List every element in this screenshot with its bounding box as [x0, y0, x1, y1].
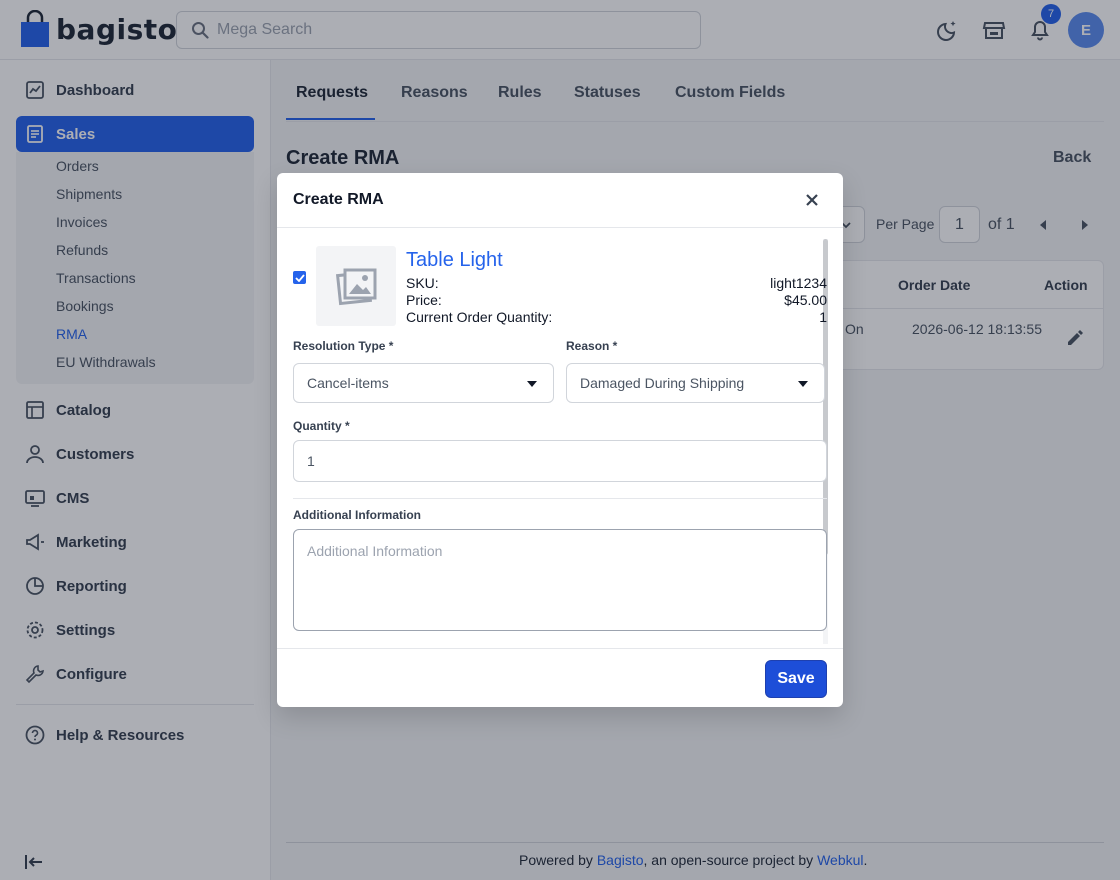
order-qty-label: Current Order Quantity:	[406, 309, 553, 325]
resolution-type-value: Cancel-items	[307, 375, 389, 391]
quantity-label: Quantity *	[293, 419, 350, 433]
order-qty-value: 1	[819, 309, 827, 325]
quantity-value: 1	[307, 453, 315, 469]
additional-info-placeholder: Additional Information	[307, 543, 443, 559]
product-name[interactable]: Table Light	[406, 249, 503, 272]
price-label: Price:	[406, 292, 442, 308]
close-icon[interactable]	[803, 191, 821, 209]
price-value: $45.00	[784, 292, 827, 308]
save-button[interactable]: Save	[765, 660, 827, 698]
product-thumbnail	[316, 246, 396, 326]
create-rma-modal: Create RMA Table Light SKU: light1234 Pr…	[277, 173, 843, 707]
modal-title: Create RMA	[293, 191, 384, 208]
dropdown-caret-icon	[798, 381, 808, 387]
reason-value: Damaged During Shipping	[580, 375, 745, 391]
modal-body: Table Light SKU: light1234 Price: $45.00…	[277, 229, 843, 649]
additional-info-label: Additional Information	[293, 508, 421, 522]
resolution-type-label: Resolution Type *	[293, 339, 394, 353]
modal-header: Create RMA	[277, 173, 843, 228]
sku-label: SKU:	[406, 275, 439, 291]
modal-footer: Save	[277, 648, 843, 707]
reason-label: Reason *	[566, 339, 618, 353]
checkmark-icon	[294, 273, 305, 282]
image-placeholder-icon	[335, 268, 377, 306]
dropdown-caret-icon	[527, 381, 537, 387]
product-checkbox[interactable]	[293, 271, 306, 284]
quantity-input[interactable]: 1	[293, 440, 827, 482]
reason-select[interactable]: Damaged During Shipping	[566, 363, 825, 403]
resolution-type-select[interactable]: Cancel-items	[293, 363, 554, 403]
sku-value: light1234	[770, 275, 827, 291]
form-divider	[293, 498, 827, 499]
additional-info-textarea[interactable]: Additional Information	[293, 529, 827, 631]
